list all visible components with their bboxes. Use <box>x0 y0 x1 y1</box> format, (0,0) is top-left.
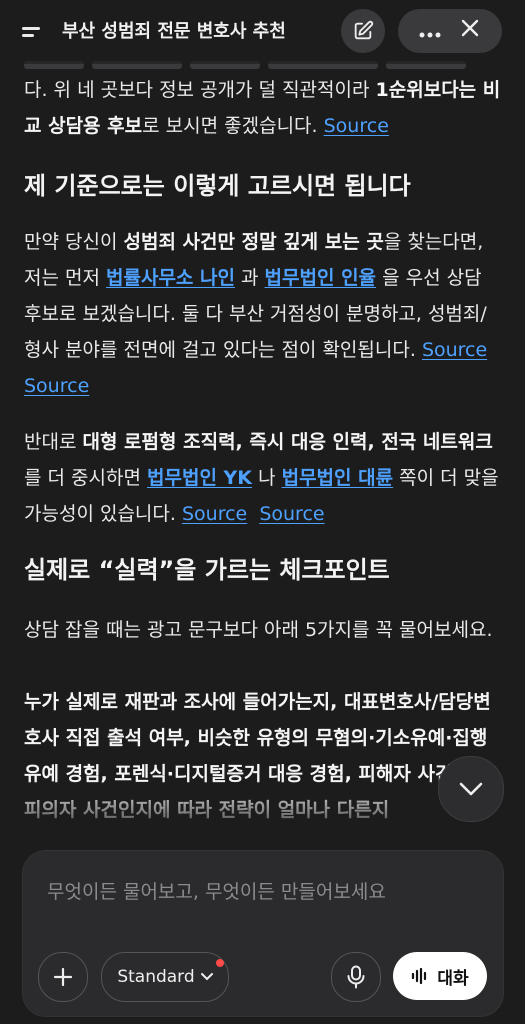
attach-button[interactable] <box>38 952 88 1002</box>
waveform-icon <box>412 968 427 984</box>
text: 과 <box>234 267 265 289</box>
source-link[interactable]: Source <box>182 503 247 525</box>
notification-dot <box>216 959 224 967</box>
voice-mode-button[interactable]: 대화 <box>393 952 487 1000</box>
more-icon <box>419 32 441 38</box>
model-selector[interactable]: Standard <box>101 952 229 1002</box>
voice-label: 대화 <box>437 968 469 989</box>
heading-text: 실제로 “실력”을 가르는 체크포인트 <box>24 556 390 584</box>
message-composer: 무엇이든 물어보고, 무엇이든 만들어보세요 Standard 대화 <box>22 850 504 1017</box>
menu-icon <box>22 27 40 30</box>
model-label: Standard <box>117 967 195 987</box>
mic-icon <box>347 965 365 989</box>
message-input[interactable]: 무엇이든 물어보고, 무엇이든 만들어보세요 <box>47 877 386 904</box>
heading-text: 제 기준으로는 이렇게 고르시면 됩니다 <box>24 172 411 200</box>
source-link[interactable]: Source <box>324 115 389 137</box>
edit-icon <box>354 20 374 40</box>
paragraph: 다. 위 네 곳보다 정보 공개가 덜 직관적이라 1순위보다는 비교 상담용 … <box>24 72 502 144</box>
conversation-title[interactable]: 부산 성범죄 전문 변호사 추천 <box>62 17 322 43</box>
chevron-down-icon <box>200 973 213 981</box>
bold-text: 성범죄 사건만 정말 깊게 보는 곳 <box>123 231 384 253</box>
bold-text: 누가 실제로 재판과 조사에 들어가는지, 대표변호사/담당변호사 직접 출석 … <box>24 691 491 821</box>
more-options-button[interactable] <box>410 9 450 53</box>
chat-content[interactable]: 다. 위 네 곳보다 정보 공개가 덜 직관적이라 1순위보다는 비교 상담용 … <box>0 60 525 840</box>
paragraph: 만약 당신이 성범죄 사건만 정말 깊게 보는 곳을 찾는다면, 저는 먼저 법… <box>24 224 502 404</box>
menu-button[interactable] <box>16 20 46 44</box>
entity-link-nine[interactable]: 법률사무소 나인 <box>106 267 235 289</box>
mic-button[interactable] <box>331 952 381 1002</box>
paragraph: 상담 잡을 때는 광고 문구보다 아래 5가지를 꼭 물어보세요. <box>24 612 502 648</box>
section-heading: 제 기준으로는 이렇게 고르시면 됩니다 <box>24 170 502 202</box>
paragraph: 누가 실제로 재판과 조사에 들어가는지, 대표변호사/담당변호사 직접 출석 … <box>24 684 502 828</box>
top-bar: 부산 성범죄 전문 변호사 추천 <box>0 0 525 64</box>
text: 를 더 중시하면 <box>24 467 147 489</box>
text: 다. 위 네 곳보다 정보 공개가 덜 직관적이라 <box>24 79 376 101</box>
scroll-to-bottom-button[interactable] <box>438 756 504 822</box>
section-heading: 실제로 “실력”을 가르는 체크포인트 <box>24 554 502 586</box>
new-chat-button[interactable] <box>341 9 385 53</box>
text: 반대로 <box>24 431 83 453</box>
paragraph: 반대로 대형 로펌형 조직력, 즉시 대응 인력, 전국 네트워크를 더 중시하… <box>24 424 502 532</box>
header-actions <box>398 9 502 53</box>
entity-link-yk[interactable]: 법무법인 YK <box>147 467 252 489</box>
bold-text: 대형 로펌형 조직력, 즉시 대응 인력, 전국 네트워크 <box>82 431 493 453</box>
plus-icon <box>53 967 73 987</box>
source-link[interactable]: Source <box>422 339 487 361</box>
source-link[interactable]: Source <box>24 375 89 397</box>
close-button[interactable] <box>450 9 490 53</box>
source-link[interactable]: Source <box>259 503 324 525</box>
entity-link-inyul[interactable]: 법무법인 인율 <box>265 267 377 289</box>
menu-icon-line <box>22 34 34 37</box>
text: 나 <box>252 467 282 489</box>
text: 로 보시면 좋겠습니다. <box>142 115 318 137</box>
entity-link-daeryun[interactable]: 법무법인 대륜 <box>282 467 394 489</box>
text: 만약 당신이 <box>24 231 124 253</box>
text: 상담 잡을 때는 광고 문구보다 아래 5가지를 꼭 물어보세요. <box>24 619 493 641</box>
close-icon <box>461 19 479 37</box>
chevron-down-icon <box>459 782 483 796</box>
